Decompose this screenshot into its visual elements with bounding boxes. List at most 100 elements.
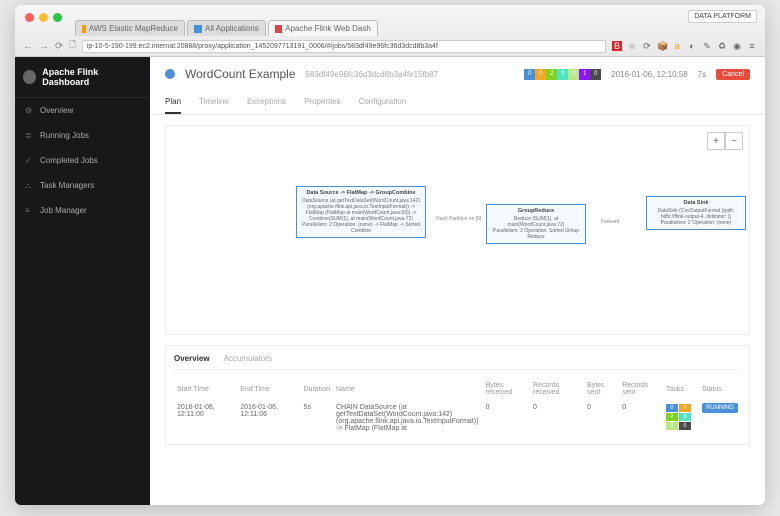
browser-tab-aws[interactable]: AWS Elastic MapReduce	[75, 20, 185, 36]
ext-icon[interactable]: ☆	[627, 41, 637, 51]
sidebar-item-job-manager[interactable]: ≡Job Manager	[15, 198, 150, 223]
tab-label: AWS Elastic MapReduce	[89, 24, 178, 33]
sidebar-item-label: Completed Jobs	[40, 156, 98, 165]
sidebar-item-overview[interactable]: ⚙Overview	[15, 98, 150, 123]
cell-dur: 5s	[301, 400, 333, 436]
node-meta: Parallelism: 2 Operation: (none)	[650, 220, 742, 226]
job-header: WordCount Example 583df49e96fc36d3dcd8b3…	[150, 57, 765, 115]
close-window-icon[interactable]	[25, 13, 34, 22]
job-timestamp: 2016-01-06, 12:10:58	[611, 70, 688, 79]
flink-logo-icon	[23, 70, 36, 84]
cell-status: RUNNING	[699, 400, 741, 436]
sidebar-item-label: Running Jobs	[40, 131, 89, 140]
reload-icon[interactable]: ⟳	[55, 41, 63, 52]
dtab-overview[interactable]: Overview	[174, 354, 210, 363]
page-icon: 🗋	[69, 39, 75, 53]
zoom-out-button[interactable]: −	[725, 132, 743, 150]
cell-tasks: 0 0 2 0 0 0	[663, 400, 699, 436]
th-bsent: Bytes sent	[584, 378, 619, 400]
th-brecv: Bytes received	[483, 378, 530, 400]
tab-exceptions[interactable]: Exceptions	[247, 91, 286, 114]
th-status: Status	[699, 378, 741, 400]
node-meta: Parallelism: 2 Operation: (none) -> Flat…	[300, 222, 422, 234]
sidebar-item-completed-jobs[interactable]: ✓Completed Jobs	[15, 148, 150, 173]
th-rrecv: Records received	[530, 378, 584, 400]
status-badge: 1	[579, 69, 590, 80]
zoom-in-button[interactable]: +	[707, 132, 725, 150]
ext-icon[interactable]: 📦	[657, 41, 667, 51]
zoom-controls: + −	[707, 132, 743, 150]
edge-label: Forward	[601, 219, 619, 225]
cell-rrecv: 0	[530, 400, 584, 436]
sidebar-item-label: Job Manager	[40, 206, 87, 215]
plan-node-source[interactable]: Data Source -> FlatMap -> GroupCombine D…	[296, 186, 426, 238]
aws-icon	[82, 25, 86, 33]
status-badge: 0	[557, 69, 568, 80]
browser-window: DATA PLATFORM AWS Elastic MapReduce All …	[15, 5, 765, 505]
job-name: WordCount Example	[185, 67, 296, 81]
mini-badge: 0	[666, 404, 678, 412]
sidebar-item-task-managers[interactable]: ⛬Task Managers	[15, 173, 150, 198]
th-start: Start Time	[174, 378, 237, 400]
status-badge: 0	[524, 69, 535, 80]
ext-icon[interactable]: ◉	[732, 41, 742, 51]
tab-timeline[interactable]: Timeline	[199, 91, 229, 114]
node-meta: Parallelism: 2 Operation: Sorted Group R…	[490, 228, 582, 240]
status-badge: 0	[590, 69, 601, 80]
dashboard-icon: ⚙	[25, 106, 34, 115]
url-bar[interactable]: ip-10-5-190-199.ec2.internal:20888/proxy…	[82, 40, 606, 53]
job-id: 583df49e96fc36d3dcd8b3a4fe15fb87	[306, 70, 439, 79]
ext-icon[interactable]: B	[612, 41, 622, 51]
ext-icon[interactable]: ♻	[717, 41, 727, 51]
node-body: DataSink (CsvOutputFormat (path: hdfs://…	[650, 208, 742, 220]
mini-badge: 0	[679, 422, 691, 430]
app-layout: Apache Flink Dashboard ⚙Overview ≣Runnin…	[15, 57, 765, 505]
th-end: End Time	[237, 378, 300, 400]
browser-tab-flink[interactable]: Apache Flink Web Dash	[268, 20, 378, 36]
browser-tabs: AWS Elastic MapReduce All Applications A…	[15, 20, 765, 36]
menu-icon[interactable]: ≡	[747, 41, 757, 51]
node-title: Data Sink	[650, 200, 742, 206]
brand-label: Apache Flink Dashboard	[42, 67, 142, 87]
mini-badge: 0	[666, 422, 678, 430]
tab-properties[interactable]: Properties	[304, 91, 340, 114]
tab-label: All Applications	[205, 24, 259, 33]
maximize-window-icon[interactable]	[53, 13, 62, 22]
node-title: GroupReduce	[490, 208, 582, 214]
plan-node-sink[interactable]: Data Sink DataSink (CsvOutputFormat (pat…	[646, 196, 746, 230]
sidebar-item-running-jobs[interactable]: ≣Running Jobs	[15, 123, 150, 148]
cell-name: CHAIN DataSource (at getTextDataSet(Word…	[333, 400, 483, 436]
back-icon[interactable]: ←	[23, 41, 33, 52]
status-badge: 0	[535, 69, 546, 80]
cell-brecv: 0	[483, 400, 530, 436]
ext-icon[interactable]: ✎	[702, 41, 712, 51]
main-content: WordCount Example 583df49e96fc36d3dcd8b3…	[150, 57, 765, 505]
extension-icons: B ☆ ⟳ 📦 a ◐ ✎ ♻ ◉ ≡	[612, 41, 757, 51]
ext-icon[interactable]: a	[672, 41, 682, 51]
ext-icon[interactable]: ◐	[687, 41, 697, 51]
th-name: Name	[333, 378, 483, 400]
tab-configuration[interactable]: Configuration	[359, 91, 407, 114]
job-title-row: WordCount Example 583df49e96fc36d3dcd8b3…	[165, 67, 750, 81]
address-bar-row: ← → ⟳ 🗋 ip-10-5-190-199.ec2.internal:208…	[15, 36, 765, 56]
table-row[interactable]: 2016-01-06, 12:11:00 2016-01-06, 12:11:0…	[174, 400, 741, 436]
status-running-badge: RUNNING	[702, 403, 738, 413]
forward-icon[interactable]: →	[39, 41, 49, 52]
cell-bsent: 0	[584, 400, 619, 436]
dtab-accumulators[interactable]: Accumulators	[224, 354, 272, 363]
cancel-button[interactable]: Cancel	[716, 69, 750, 80]
minimize-window-icon[interactable]	[39, 13, 48, 22]
status-badge: 2	[546, 69, 557, 80]
ext-icon[interactable]: ⟳	[642, 41, 652, 51]
tab-plan[interactable]: Plan	[165, 91, 181, 114]
node-body: Reduce (SUM(1), at main(WordCount.java:7…	[490, 216, 582, 228]
th-dur: Duration	[301, 378, 333, 400]
detail-tabs: Overview Accumulators	[174, 354, 741, 370]
plan-node-reduce[interactable]: GroupReduce Reduce (SUM(1), at main(Word…	[486, 204, 586, 244]
sidebar: Apache Flink Dashboard ⚙Overview ≣Runnin…	[15, 57, 150, 505]
browser-tab-apps[interactable]: All Applications	[187, 20, 266, 36]
plan-canvas[interactable]: + − Data Source -> FlatMap -> GroupCombi…	[165, 125, 750, 335]
nodes-icon: ⛬	[25, 181, 34, 190]
platform-badge: DATA PLATFORM	[688, 10, 757, 23]
status-badges: 0 0 2 0 0 1 0	[524, 69, 601, 80]
